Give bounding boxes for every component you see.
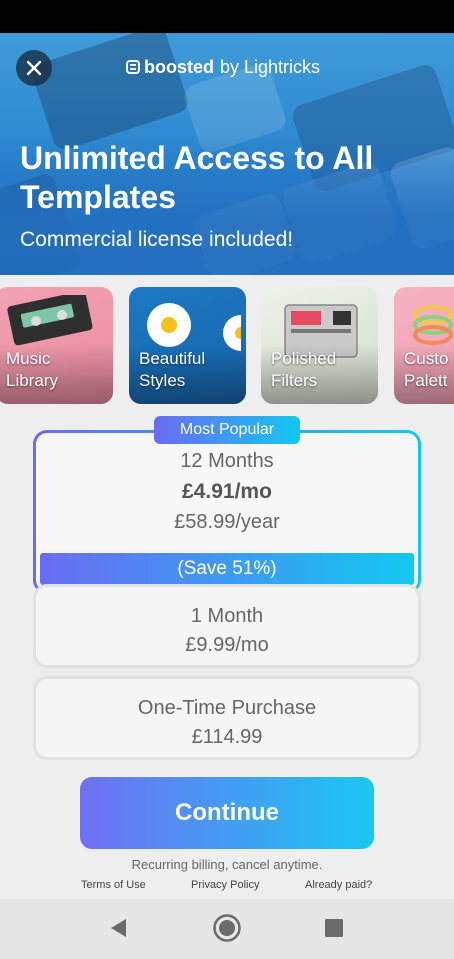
plan-term: One-Time Purchase (137, 697, 317, 719)
recurring-billing-note: Recurring billing, cancel anytime. (131, 857, 323, 872)
plan-monthly-price: £4.91/mo (182, 480, 272, 503)
feature-label: Beautiful Styles (139, 349, 206, 390)
plan-term: 12 Months (180, 450, 274, 472)
plan-term: 1 Month (190, 605, 264, 627)
feature-label: Polished Filters (271, 349, 337, 390)
feature-tile-beautiful-styles: Beautiful Styles (129, 287, 246, 404)
savings-banner: (Save 51%) (40, 553, 414, 585)
plan-price: £9.99/mo (185, 634, 269, 656)
feature-tile-music-library: Music Library (0, 287, 113, 404)
privacy-policy-link[interactable]: Privacy Policy (191, 879, 259, 891)
plan-yearly-price: £58.99/year (174, 511, 280, 533)
close-button[interactable] (16, 50, 52, 86)
feature-carousel[interactable]: Music Library Beautiful Styles Polished … (0, 287, 454, 405)
plan-12-months[interactable]: 12 Months £4.91/mo £58.99/year (Save 51%… (33, 430, 421, 594)
nav-recents-button[interactable] (319, 913, 349, 943)
system-nav-bar (0, 899, 454, 959)
brand-name: boosted (144, 56, 214, 77)
status-bar (0, 0, 454, 33)
feature-label: Music Library (6, 349, 58, 390)
plan-1-month[interactable]: 1 Month £9.99/mo (33, 584, 421, 668)
back-triangle-icon (111, 919, 126, 937)
feature-tile-polished-filters: Polished Filters (261, 287, 378, 404)
terms-of-use-link[interactable]: Terms of Use (81, 879, 146, 891)
nav-back-button[interactable] (104, 913, 134, 943)
brand-logo: boosted by Lightricks (126, 55, 320, 79)
brand-by: by Lightricks (220, 56, 321, 77)
close-icon (26, 60, 42, 76)
hero-title: Unlimited Access to All Templates (20, 140, 374, 215)
home-circle-icon (213, 914, 241, 942)
boosted-logo-icon (126, 60, 140, 74)
feature-label: Custo Palett (404, 349, 449, 390)
recents-square-icon (325, 919, 343, 937)
hero-banner: boosted by Lightricks Unlimited Access t… (0, 33, 454, 275)
plan-one-time[interactable]: One-Time Purchase £114.99 (33, 676, 421, 760)
already-paid-link[interactable]: Already paid? (305, 879, 372, 891)
nav-home-button[interactable] (212, 913, 242, 943)
feature-tile-custom-palettes: Custo Palett (394, 287, 454, 404)
plan-price: £114.99 (191, 726, 263, 748)
hero-subtitle: Commercial license included! (20, 228, 294, 251)
continue-button[interactable]: Continue (80, 777, 374, 849)
most-popular-badge: Most Popular (154, 416, 300, 444)
